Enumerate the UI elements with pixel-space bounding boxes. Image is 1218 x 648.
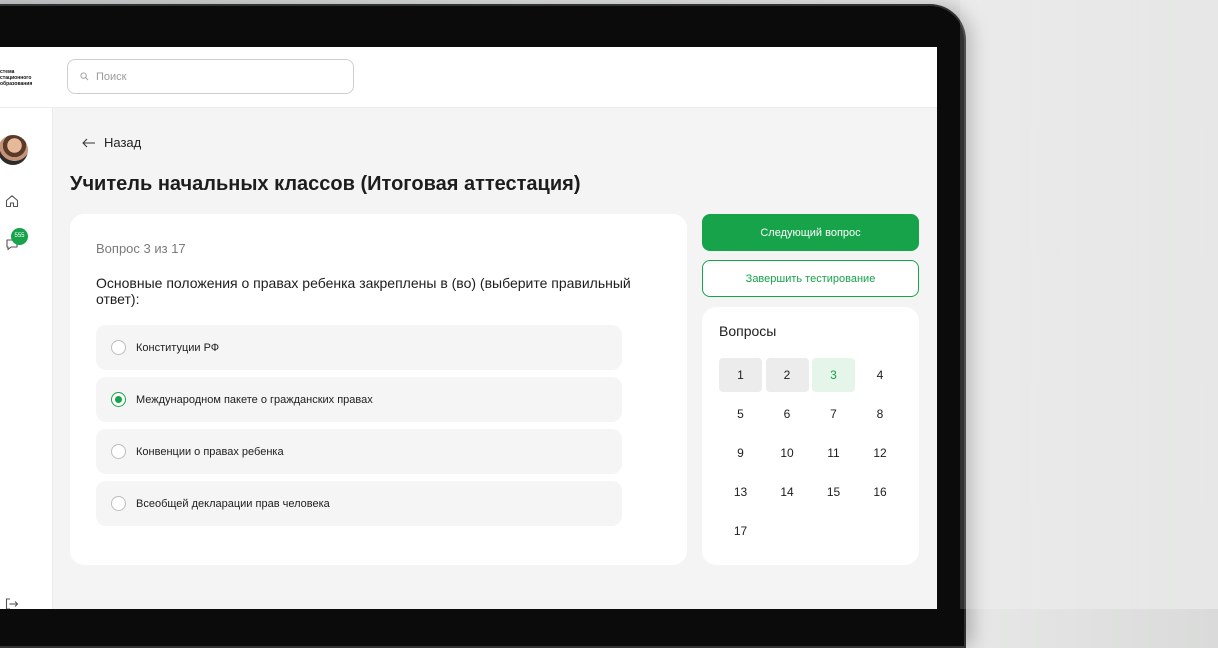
answer-option[interactable]: Всеобщей декларации прав человека [96,481,622,526]
radio-button[interactable] [111,340,126,355]
page-title: Учитель начальных классов (Итоговая атте… [70,173,581,195]
radio-button[interactable] [111,496,126,511]
question-number-button[interactable]: 8 [859,397,902,431]
back-label: Назад [104,135,142,150]
question-grid: 1 2 3 4 5 6 7 8 9 10 11 12 13 14 15 16 1… [719,358,902,548]
answer-option-label: Конституции РФ [136,341,220,354]
answer-option[interactable]: Конституции РФ [96,325,622,370]
search-input[interactable] [94,69,338,84]
next-question-button[interactable]: Следующий вопрос [702,214,919,251]
app-screen: стема стационного образования 555 [0,47,937,609]
question-number-button[interactable]: 15 [812,475,855,509]
avatar[interactable] [0,135,28,165]
question-number-button[interactable]: 10 [766,436,809,470]
question-number-button[interactable]: 11 [812,436,855,470]
question-number-button[interactable]: 7 [812,397,855,431]
app-logo[interactable]: стема стационного образования [0,69,46,87]
back-link[interactable]: Назад [82,135,141,150]
answer-option[interactable]: Международном пакете о гражданских права… [96,377,622,422]
arrow-left-icon [82,138,95,147]
question-number-button[interactable]: 16 [859,475,902,509]
radio-button[interactable] [111,444,126,459]
home-icon[interactable] [5,194,19,208]
answer-option-label: Всеобщей декларации прав человека [136,497,330,510]
sidebar: 555 [0,108,53,609]
question-number-button[interactable]: 2 [765,358,809,392]
question-number-button[interactable]: 13 [719,475,762,509]
answer-option[interactable]: Конвенции о правах ребенка [96,429,622,474]
question-number-button[interactable]: 4 [859,358,902,392]
question-number-button[interactable]: 12 [859,436,902,470]
question-number-button[interactable]: 9 [719,436,762,470]
top-bar: стема стационного образования [0,47,937,108]
search-icon [80,72,89,81]
questions-panel: Вопросы 1 2 3 4 5 6 7 8 9 10 11 12 13 14… [702,307,919,565]
question-card: Вопрос 3 из 17 Основные положения о прав… [70,214,687,565]
logo-line: образования [0,81,33,87]
question-number-button-current[interactable]: 3 [812,358,855,392]
question-number-button[interactable]: 17 [719,514,762,548]
answer-option-label: Международном пакете о гражданских права… [136,393,373,406]
question-counter: Вопрос 3 из 17 [96,241,186,256]
questions-panel-title: Вопросы [719,323,777,339]
background-wall [960,0,1218,609]
finish-test-button[interactable]: Завершить тестирование [702,260,919,297]
question-number-button[interactable]: 6 [766,397,809,431]
question-text: Основные положения о правах ребенка закр… [96,275,631,307]
radio-button-selected[interactable] [111,392,126,407]
search-box[interactable] [67,59,354,94]
notification-badge: 555 [11,228,28,245]
logout-icon[interactable] [5,598,19,609]
question-number-button[interactable]: 5 [719,397,762,431]
question-number-button[interactable]: 1 [719,358,762,392]
question-number-button[interactable]: 14 [766,475,809,509]
answer-option-label: Конвенции о правах ребенка [136,445,284,458]
